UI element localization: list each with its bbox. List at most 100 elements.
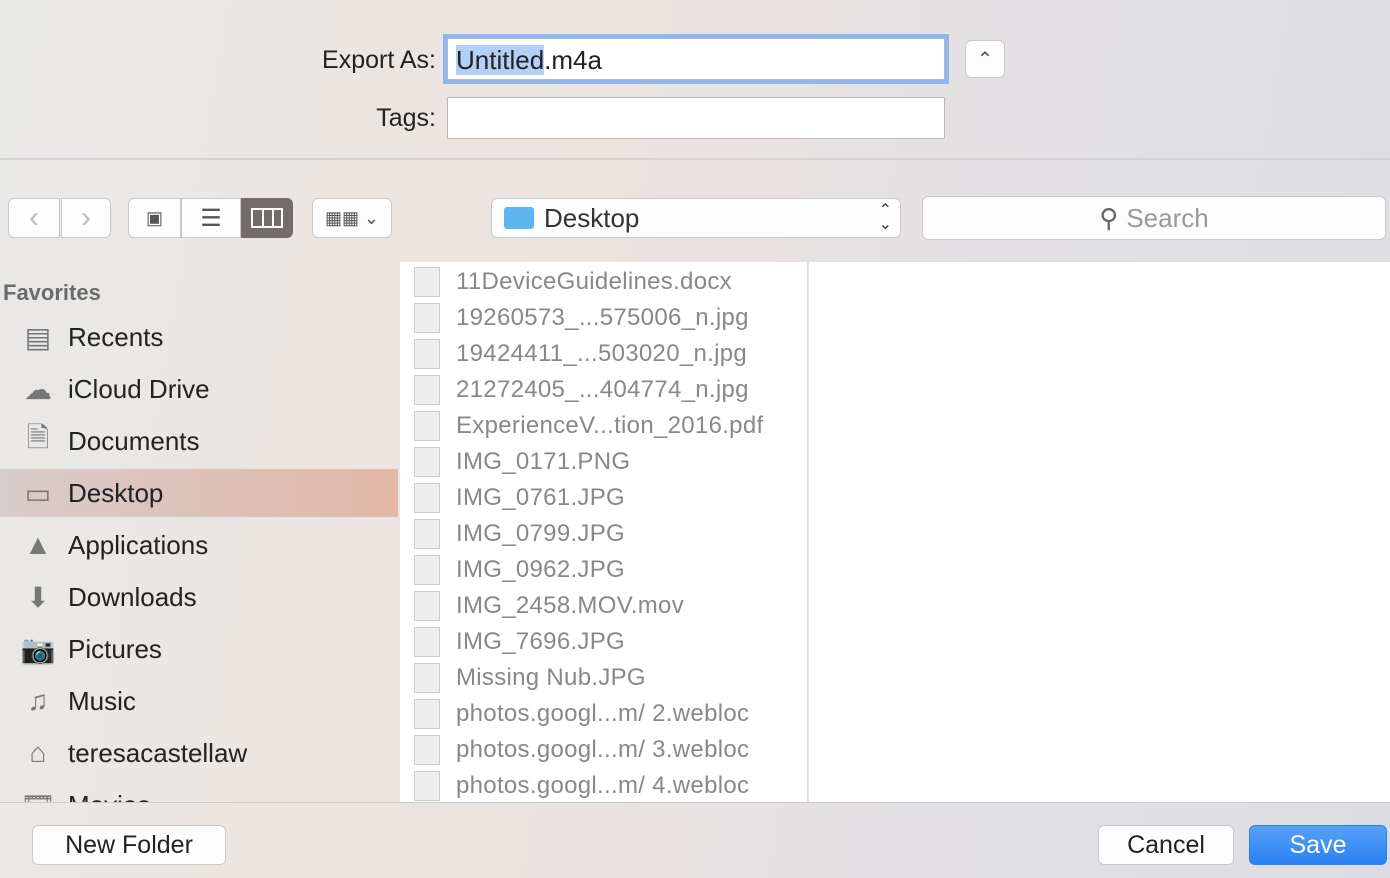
downloads-icon: ⬇ — [26, 581, 50, 613]
documents-icon: 🗎 — [26, 422, 50, 453]
export-as-label: Export As: — [322, 46, 436, 74]
sidebar-item-music[interactable]: ♫ Music — [0, 677, 398, 725]
column-view-button[interactable] — [241, 198, 293, 238]
sidebar-item-label: Movies — [68, 790, 150, 803]
file-item[interactable]: 19424411_...503020_n.jpg — [414, 336, 747, 372]
music-icon: ♫ — [27, 685, 49, 716]
filename-extension: .m4a — [544, 45, 602, 75]
icon-view-button[interactable]: ▣ — [128, 198, 181, 238]
applications-icon: ▲ — [24, 529, 52, 560]
file-item[interactable]: IMG_0962.JPG — [414, 552, 625, 588]
sidebar-item-label: Music — [68, 685, 136, 716]
sidebar-item-desktop[interactable]: ▭ Desktop — [0, 469, 398, 517]
file-item[interactable]: Missing Nub.JPG — [414, 660, 646, 696]
tags-label: Tags: — [376, 104, 436, 132]
filename-selection: Untitled — [456, 45, 545, 75]
sidebar-item-label: Applications — [68, 529, 209, 560]
file-name: IMG_0962.JPG — [456, 556, 626, 583]
file-name: 19260573_...575006_n.jpg — [456, 304, 749, 331]
file-icon — [414, 627, 440, 657]
file-item[interactable]: IMG_0799.JPG — [414, 516, 625, 552]
sidebar-item-movies[interactable]: 🎞 Movies — [0, 781, 398, 803]
sidebar-item-recents[interactable]: ▤ Recents — [0, 313, 398, 361]
collapse-button[interactable]: ⌃ — [965, 40, 1005, 78]
file-name: photos.googl...m/ 2.webloc — [456, 700, 750, 727]
location-popup[interactable]: Desktop ⌃ ⌄ — [491, 198, 901, 238]
forward-button[interactable]: › — [61, 198, 111, 238]
chevron-left-icon: ‹ — [29, 201, 39, 234]
file-name: 11DeviceGuidelines.docx — [456, 268, 732, 295]
file-item[interactable]: 19260573_...575006_n.jpg — [414, 300, 749, 336]
list-icon: ☰ — [200, 204, 222, 232]
sidebar-item-applications[interactable]: ▲ Applications — [0, 521, 398, 569]
file-item[interactable]: IMG_7696.JPG — [414, 624, 625, 660]
file-item[interactable]: ExperienceV...tion_2016.pdf — [414, 408, 763, 444]
file-name: photos.googl...m/ 3.webloc — [456, 736, 750, 763]
search-icon: ⚲ — [1099, 202, 1119, 233]
file-icon — [414, 483, 440, 513]
search-placeholder: Search — [1126, 202, 1209, 233]
sidebar: Favorites ▤ Recents ☁ iCloud Drive 🗎 Document… — [0, 262, 398, 802]
file-icon — [414, 267, 440, 297]
file-icon — [414, 771, 440, 801]
file-name: Missing Nub.JPG — [456, 664, 646, 691]
file-name: 19424411_...503020_n.jpg — [456, 340, 748, 367]
back-button[interactable]: ‹ — [8, 198, 60, 238]
file-icon — [414, 447, 440, 477]
grid-icon: ▣ — [145, 207, 163, 228]
file-item[interactable]: 11DeviceGuidelines.docx — [414, 264, 732, 300]
arrange-button[interactable]: ▦▦ ⌄ — [312, 198, 392, 238]
file-name: IMG_7696.JPG — [456, 628, 626, 655]
sidebar-item-teresacastellaw[interactable]: ⌂ teresacastellaw — [0, 729, 398, 777]
sidebar-item-downloads[interactable]: ⬇ Downloads — [0, 573, 398, 621]
divider — [0, 158, 1390, 160]
file-icon — [414, 375, 440, 405]
file-name: ExperienceV...tion_2016.pdf — [456, 412, 764, 439]
file-icon — [414, 339, 440, 369]
preview-column — [809, 262, 1390, 802]
file-icon — [414, 699, 440, 729]
file-name: IMG_0171.PNG — [456, 448, 631, 475]
cancel-button[interactable]: Cancel — [1098, 825, 1234, 865]
save-button[interactable]: Save — [1249, 825, 1387, 865]
new-folder-button[interactable]: New Folder — [32, 825, 226, 865]
sidebar-item-label: teresacastellaw — [68, 737, 248, 768]
sidebar-item-label: Downloads — [68, 581, 197, 612]
file-icon — [414, 591, 440, 621]
sidebar-item-documents[interactable]: 🗎 Documents — [0, 417, 398, 465]
desktop-icon: ▭ — [24, 477, 52, 509]
file-icon — [414, 663, 440, 693]
export-as-input[interactable]: Untitled.m4a — [447, 38, 945, 80]
tags-input[interactable] — [447, 97, 945, 139]
file-column: 11DeviceGuidelines.docx 19260573_...57500… — [400, 262, 808, 802]
arrange-icon: ▦▦ ⌄ — [324, 207, 380, 228]
home-icon: ⌂ — [29, 737, 47, 768]
file-name: 21272405_...404774_n.jpg — [456, 376, 749, 403]
sidebar-header: Favorites — [3, 280, 101, 305]
file-name: photos.googl...m/ 4.webloc — [456, 772, 750, 799]
chevron-up-icon: ⌃ — [976, 48, 994, 71]
file-icon — [414, 303, 440, 333]
file-name: IMG_2458.MOV.mov — [456, 592, 685, 619]
file-item[interactable]: photos.googl...m/ 2.webloc — [414, 696, 749, 732]
file-item[interactable]: IMG_0761.JPG — [414, 480, 625, 516]
list-view-button[interactable]: ☰ — [181, 198, 241, 238]
file-icon — [414, 411, 440, 441]
file-icon — [414, 735, 440, 765]
file-item[interactable]: photos.googl...m/ 4.webloc — [414, 768, 749, 804]
search-field[interactable]: ⚲ Search — [922, 196, 1386, 240]
file-item[interactable]: 21272405_...404774_n.jpg — [414, 372, 749, 408]
file-icon — [414, 519, 440, 549]
sidebar-item-pictures[interactable]: 📷 Pictures — [0, 625, 398, 673]
updown-chevron-icon: ⌃ ⌄ — [878, 202, 892, 233]
recents-icon: ▤ — [24, 321, 52, 353]
columns-icon — [251, 208, 283, 228]
file-name: IMG_0761.JPG — [456, 484, 626, 511]
sidebar-item-icloud-drive[interactable]: ☁ iCloud Drive — [0, 365, 398, 413]
file-item[interactable]: IMG_2458.MOV.mov — [414, 588, 684, 624]
file-name: IMG_0799.JPG — [456, 520, 626, 547]
sidebar-item-label: Documents — [68, 425, 200, 456]
camera-icon: 📷 — [20, 633, 56, 665]
file-item[interactable]: photos.googl...m/ 3.webloc — [414, 732, 749, 768]
file-item[interactable]: IMG_0171.PNG — [414, 444, 630, 480]
